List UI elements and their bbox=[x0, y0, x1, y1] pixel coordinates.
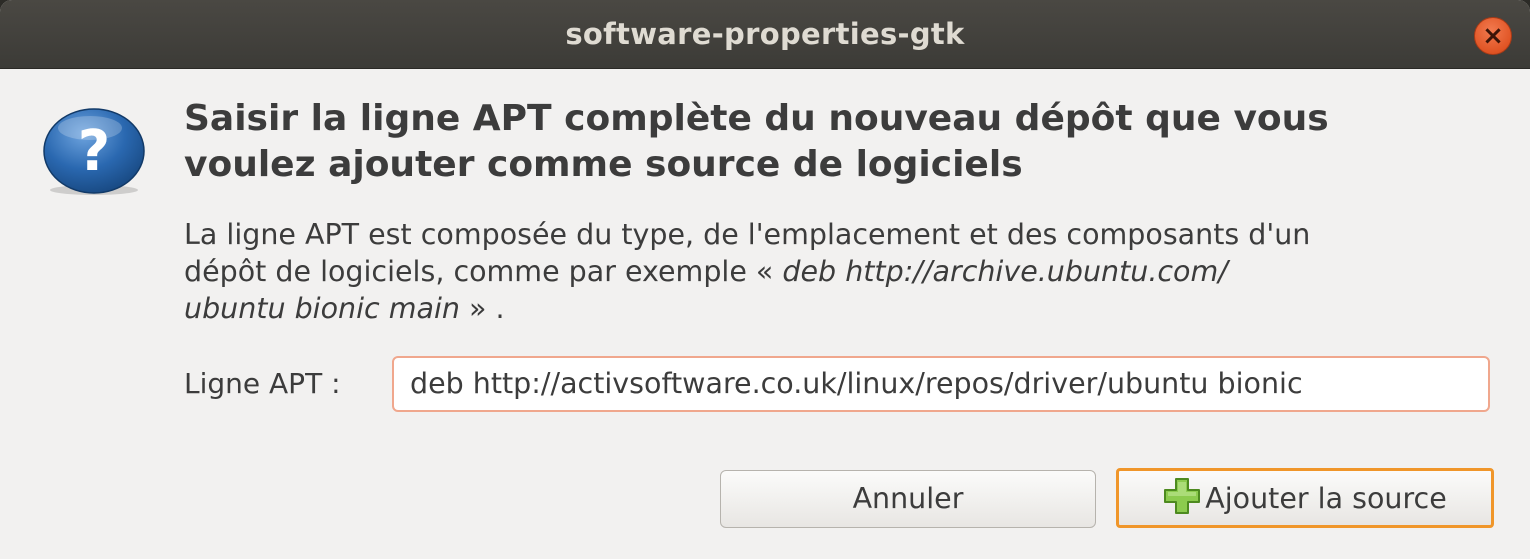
close-button[interactable]: × bbox=[1474, 17, 1512, 55]
window-title: software-properties-gtk bbox=[565, 17, 965, 51]
dialog-description: La ligne APT est composée du type, de l'… bbox=[184, 216, 1504, 327]
dialog-window: software-properties-gtk × ? Saisir la li… bbox=[0, 0, 1530, 559]
add-source-button[interactable]: Ajouter la source bbox=[1116, 468, 1494, 528]
cancel-button[interactable]: Annuler bbox=[720, 470, 1096, 528]
desc-end: » . bbox=[459, 292, 505, 325]
heading-line-2: voulez ajouter comme source de logiciels bbox=[184, 144, 1023, 185]
desc-example-part-1: deb http://archive.ubuntu.com/ bbox=[782, 255, 1228, 288]
heading-line-1: Saisir la ligne APT complète du nouveau … bbox=[184, 98, 1329, 139]
titlebar[interactable]: software-properties-gtk × bbox=[0, 0, 1530, 69]
desc-line-2-text: dépôt de logiciels, comme par exemple « bbox=[184, 255, 783, 288]
close-icon: × bbox=[1482, 21, 1504, 51]
plus-icon bbox=[1164, 478, 1201, 514]
apt-line-input[interactable]: deb http://activsoftware.co.uk/linux/rep… bbox=[392, 356, 1490, 412]
desc-example-part-2: ubuntu bionic main bbox=[184, 292, 460, 325]
question-icon: ? bbox=[43, 108, 145, 195]
desc-line-3: ubuntu bionic main » . bbox=[184, 290, 1504, 327]
dialog-heading: Saisir la ligne APT complète du nouveau … bbox=[184, 96, 1504, 188]
apt-line-label: Ligne APT : bbox=[184, 367, 341, 400]
svg-text:?: ? bbox=[78, 119, 110, 184]
desc-line-1: La ligne APT est composée du type, de l'… bbox=[184, 218, 1311, 251]
desc-line-2: dépôt de logiciels, comme par exemple « … bbox=[184, 253, 1504, 290]
add-source-label: Ajouter la source bbox=[1205, 482, 1447, 515]
